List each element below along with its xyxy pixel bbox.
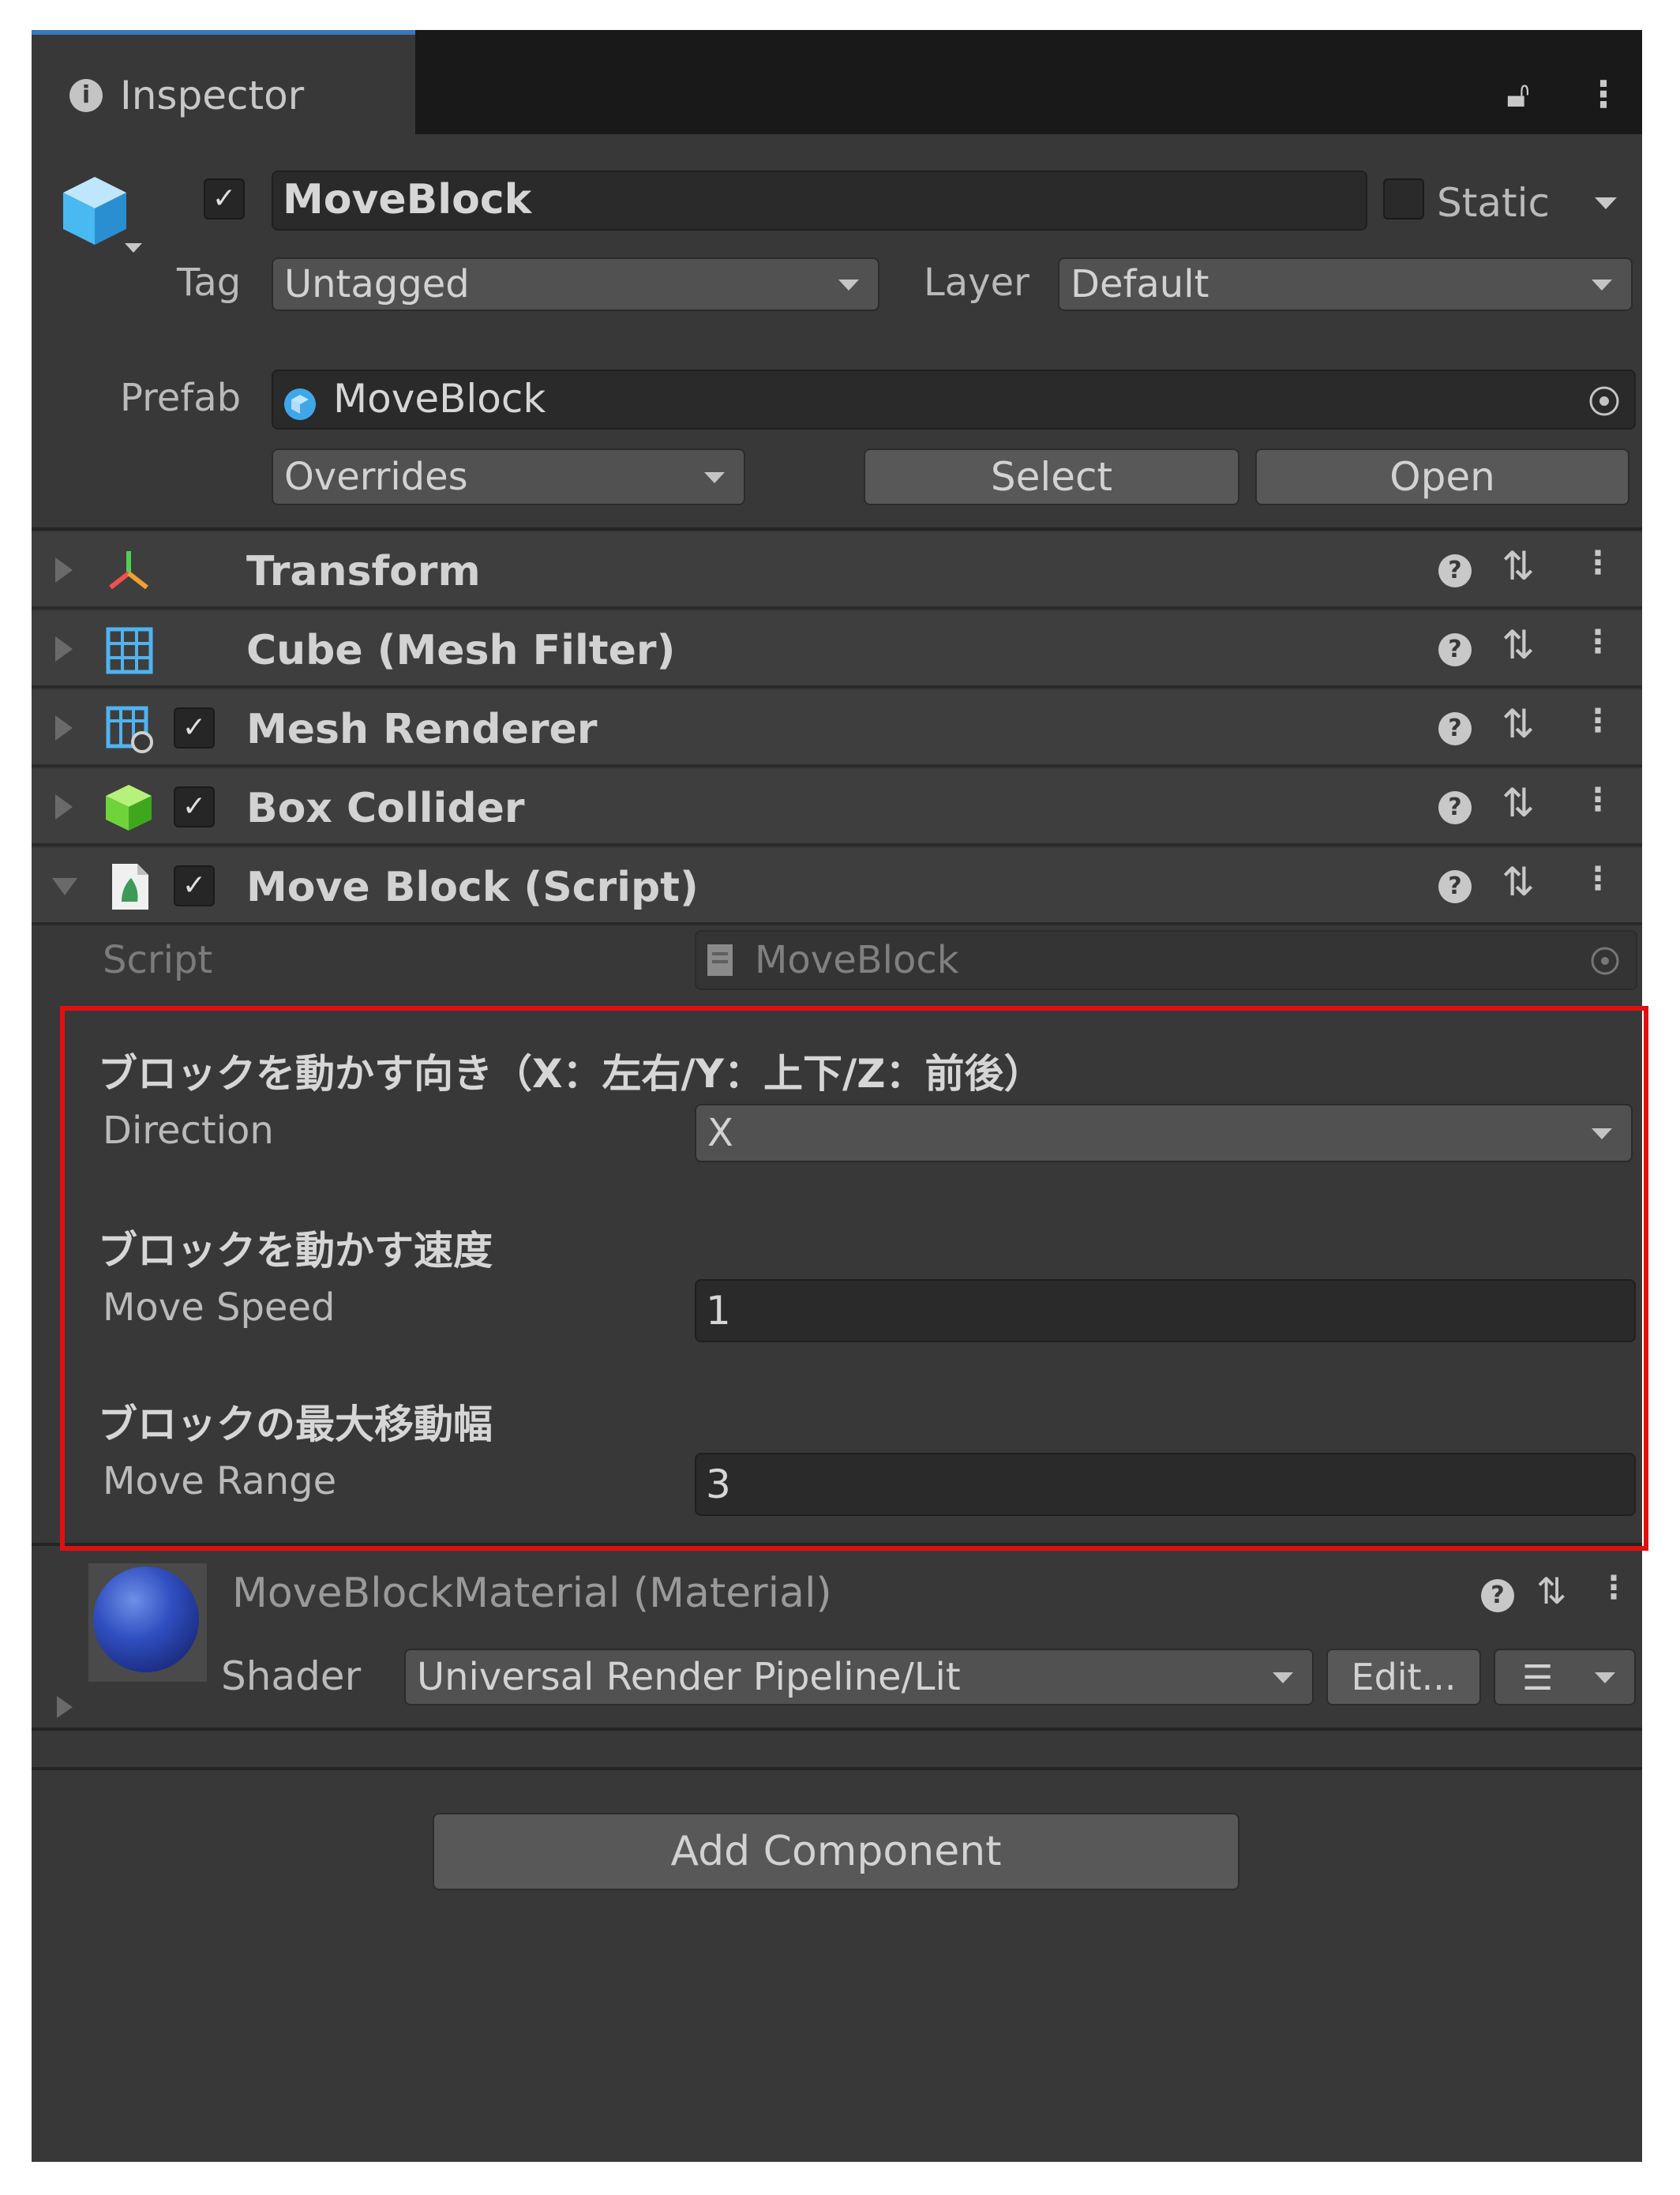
help-icon[interactable]: ? — [1438, 791, 1472, 824]
material-foldout-arrow-icon[interactable] — [57, 1696, 73, 1718]
static-toggle[interactable] — [1383, 178, 1424, 220]
static-label: Static — [1437, 180, 1550, 226]
script-field: MoveBlock — [695, 930, 1637, 990]
help-icon[interactable]: ? — [1438, 712, 1472, 745]
component-enabled-toggle[interactable]: ✓ — [174, 865, 215, 906]
add-component-button[interactable]: Add Component — [433, 1813, 1239, 1890]
foldout-arrow-icon[interactable] — [55, 557, 73, 583]
open-button[interactable]: Open — [1255, 448, 1629, 505]
kebab-menu-icon[interactable]: ⋮ — [1582, 545, 1614, 581]
component-mesh-renderer[interactable]: ✓ Mesh Renderer ? ⇅ ⋮ — [32, 690, 1642, 767]
tag-dropdown[interactable]: Untagged — [272, 257, 879, 311]
script-icon — [112, 864, 148, 910]
presets-icon[interactable]: ⇅ — [1502, 780, 1535, 826]
list-icon: ☰ — [1522, 1658, 1554, 1698]
shader-dropdown[interactable]: Universal Render Pipeline/Lit — [404, 1649, 1314, 1705]
highlight-box — [60, 1006, 1648, 1551]
overrides-label: Overrides — [284, 455, 468, 499]
component-box-collider[interactable]: ✓ Box Collider ? ⇅ ⋮ — [32, 769, 1642, 846]
box-collider-icon — [106, 785, 152, 831]
chevron-down-icon — [1595, 1672, 1615, 1683]
kebab-menu-icon[interactable]: ⋮ — [1598, 1570, 1629, 1606]
static-dropdown-arrow[interactable] — [1595, 197, 1617, 209]
chevron-down-icon — [1592, 280, 1612, 291]
component-title: Box Collider — [246, 785, 525, 832]
help-icon[interactable]: ? — [1481, 1579, 1514, 1612]
presets-icon[interactable]: ⇅ — [1502, 622, 1535, 668]
mesh-filter-icon — [106, 627, 153, 674]
component-title: Cube (Mesh Filter) — [246, 627, 676, 674]
presets-icon[interactable]: ⇅ — [1502, 859, 1535, 905]
lock-icon[interactable]: 🔓︎ — [1506, 73, 1530, 117]
help-icon[interactable]: ? — [1438, 870, 1472, 903]
chevron-down-icon — [704, 472, 725, 483]
material-sphere-preview — [93, 1567, 199, 1672]
layer-value: Default — [1071, 262, 1209, 306]
tag-label: Tag — [177, 261, 242, 305]
component-mesh-filter[interactable]: Cube (Mesh Filter) ? ⇅ ⋮ — [32, 611, 1642, 689]
prefab-icon — [284, 388, 316, 420]
edit-shader-button[interactable]: Edit... — [1326, 1649, 1481, 1705]
component-transform[interactable]: Transform ? ⇅ ⋮ — [32, 532, 1642, 610]
chevron-down-icon — [838, 280, 859, 291]
presets-icon[interactable]: ⇅ — [1536, 1570, 1567, 1612]
kebab-menu-icon[interactable]: ⋮ — [1582, 624, 1614, 660]
header-divider — [32, 527, 1642, 531]
name-field[interactable]: MoveBlock — [272, 171, 1367, 231]
component-title: Transform — [246, 548, 481, 595]
tab-inspector[interactable]: i Inspector — [32, 30, 415, 134]
chevron-down-icon — [1273, 1672, 1293, 1683]
foldout-arrow-icon[interactable] — [55, 794, 73, 820]
foldout-arrow-icon[interactable] — [52, 878, 77, 895]
prefab-value: MoveBlock — [333, 376, 546, 422]
shader-value: Universal Render Pipeline/Lit — [417, 1655, 961, 1699]
foldout-arrow-icon[interactable] — [55, 715, 73, 741]
component-enabled-toggle[interactable]: ✓ — [174, 786, 215, 827]
material-list-dropdown[interactable]: ☰ — [1494, 1649, 1636, 1705]
help-icon[interactable]: ? — [1438, 633, 1472, 666]
component-title: Move Block (Script) — [246, 864, 699, 911]
mesh-renderer-icon — [106, 706, 153, 753]
component-move-block-script[interactable]: ✓ Move Block (Script) ? ⇅ ⋮ — [32, 848, 1642, 925]
prefab-label: Prefab — [120, 376, 242, 420]
presets-icon[interactable]: ⇅ — [1502, 701, 1535, 747]
component-enabled-toggle[interactable]: ✓ — [174, 707, 215, 749]
kebab-menu-icon[interactable]: ⋮ — [1582, 861, 1614, 897]
prefab-field[interactable]: MoveBlock — [272, 370, 1636, 430]
script-value: MoveBlock — [755, 938, 959, 982]
object-picker-icon — [1591, 947, 1619, 975]
material-bottom-divider — [32, 1728, 1642, 1731]
presets-icon[interactable]: ⇅ — [1502, 543, 1535, 589]
icon-dropdown-caret[interactable] — [125, 243, 142, 253]
tab-title: Inspector — [120, 73, 305, 118]
active-toggle[interactable]: ✓ — [204, 178, 245, 220]
kebab-menu-icon[interactable]: ⋮ — [1585, 73, 1622, 115]
help-icon[interactable]: ? — [1438, 554, 1472, 587]
kebab-menu-icon[interactable]: ⋮ — [1582, 782, 1614, 818]
kebab-menu-icon[interactable]: ⋮ — [1582, 703, 1614, 739]
add-component-divider — [32, 1767, 1642, 1770]
layer-label: Layer — [924, 261, 1029, 305]
material-title: MoveBlockMaterial (Material) — [232, 1570, 832, 1617]
info-icon: i — [69, 79, 103, 112]
object-picker-icon[interactable] — [1587, 384, 1622, 418]
foldout-arrow-icon[interactable] — [55, 636, 73, 662]
script-file-icon — [707, 944, 733, 976]
shader-label: Shader — [221, 1653, 362, 1699]
transform-icon — [109, 551, 148, 590]
layer-dropdown[interactable]: Default — [1058, 257, 1633, 311]
script-label: Script — [103, 938, 213, 982]
component-title: Mesh Renderer — [246, 706, 598, 753]
overrides-dropdown[interactable]: Overrides — [272, 448, 745, 505]
select-button[interactable]: Select — [864, 448, 1239, 505]
cube-icon — [63, 177, 126, 245]
tab-bar: i Inspector 🔓︎ ⋮ — [32, 30, 1642, 134]
tag-value: Untagged — [284, 262, 470, 306]
